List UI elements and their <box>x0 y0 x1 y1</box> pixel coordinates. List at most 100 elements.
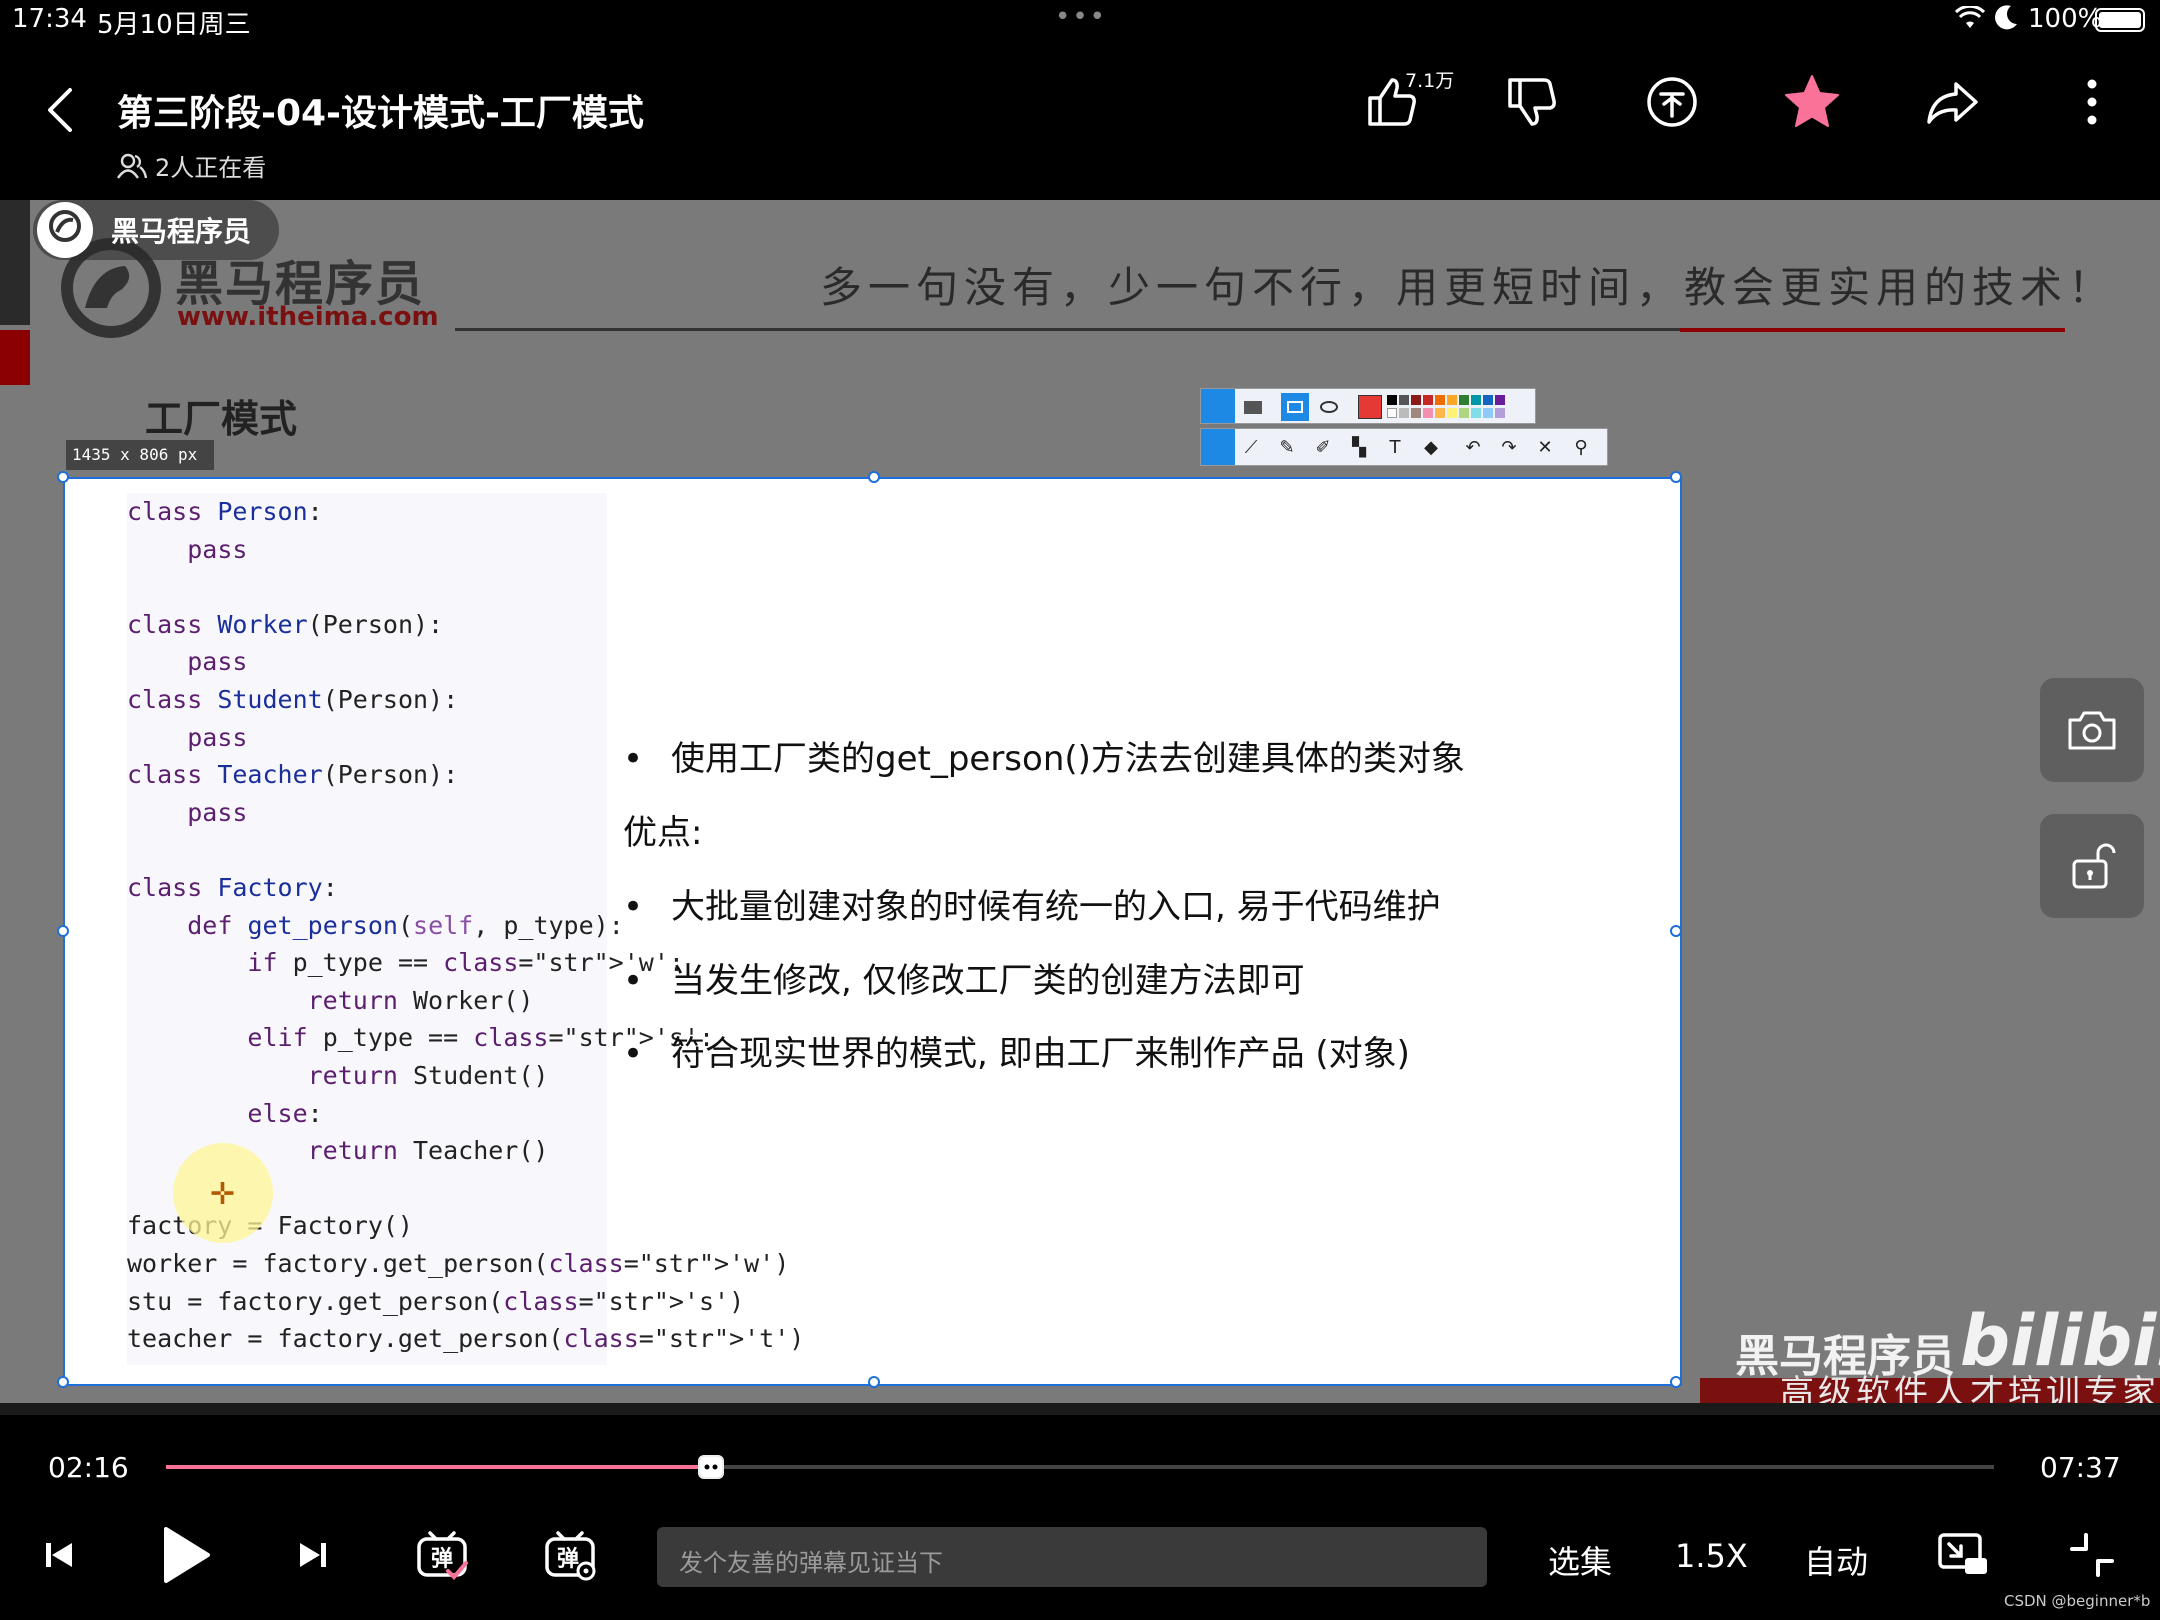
code-line: worker = factory.get_person(class="str">… <box>127 1249 790 1278</box>
chevron-left-icon[interactable] <box>40 82 80 138</box>
danmaku-settings-icon[interactable]: 弹 <box>538 1523 602 1587</box>
code-line: class Teacher(Person): <box>127 760 459 790</box>
share-icon[interactable] <box>1920 70 1984 134</box>
speed-button[interactable]: 1.5X <box>1675 1537 1748 1575</box>
code-line: pass <box>187 722 248 752</box>
bullet-text: 使用工厂类的get_person()方法去创建具体的类对象 <box>671 739 1465 779</box>
code-line: return Worker() <box>307 985 534 1015</box>
progress-bar[interactable] <box>166 1455 1994 1479</box>
battery-icon <box>2095 8 2145 32</box>
csdn-watermark: CSDN @beginner*b <box>2004 1592 2151 1610</box>
coin-icon[interactable] <box>1640 70 1704 134</box>
camera-icon[interactable] <box>2040 678 2144 782</box>
current-color-icon[interactable] <box>1356 393 1384 421</box>
dimension-label: 1435 x 806 px <box>66 440 214 470</box>
eraser-icon[interactable]: ◆ <box>1417 433 1445 461</box>
episodes-button[interactable]: 选集 <box>1548 1537 1612 1583</box>
code-line: class Student(Person): <box>127 685 459 714</box>
logo-url: www.itheima.com <box>177 302 439 332</box>
undo-icon[interactable]: ↶ <box>1459 433 1487 461</box>
text-icon[interactable]: T <box>1381 433 1409 461</box>
code-line: return Student() <box>307 1061 549 1090</box>
avatar <box>37 202 93 258</box>
controls-divider <box>0 1403 2160 1415</box>
slide-edge-dark <box>0 200 30 325</box>
star-icon[interactable] <box>1780 70 1844 134</box>
slogan-underline-accent <box>1680 328 2065 332</box>
resize-handle[interactable] <box>1670 471 1682 483</box>
code-line: def get_person(self, p_type): <box>187 910 624 940</box>
snip-toolbar-mode[interactable] <box>1201 429 1235 465</box>
resize-handle[interactable] <box>57 925 69 937</box>
play-icon[interactable] <box>152 1523 216 1587</box>
people-icon <box>117 153 147 179</box>
bullet-text: 当发生修改, 仅修改工厂类的创建方法即可 <box>671 961 1305 1001</box>
marker-icon[interactable]: ✐ <box>1309 433 1337 461</box>
bullet-item: • 当发生修改, 仅修改工厂类的创建方法即可 <box>623 961 1305 1001</box>
thumb-down-icon[interactable] <box>1500 70 1564 134</box>
pin-icon[interactable]: ⚲ <box>1567 433 1595 461</box>
more-icon[interactable] <box>2060 70 2124 134</box>
crosshair-icon: ✛ <box>210 1177 236 1212</box>
skip-next-icon[interactable] <box>282 1523 346 1587</box>
code-line: else: <box>247 1098 323 1128</box>
moon-icon <box>1993 4 2019 39</box>
resize-handle[interactable] <box>1670 925 1682 937</box>
bullet-text: 符合现实世界的模式, 即由工厂来制作产品 (对象) <box>671 1034 1410 1074</box>
code-line: class Person: <box>127 497 323 526</box>
danmaku-on-icon[interactable]: 弹 <box>410 1523 474 1587</box>
snip-toolbar-tools: ⟋ ✎ ✐ ▚ T ◆ ↶ ↷ ✕ ⚲ <box>1200 428 1608 466</box>
resize-handle[interactable] <box>868 1376 880 1388</box>
resize-handle[interactable] <box>57 1376 69 1388</box>
battery-percent: 100% <box>2028 4 2103 34</box>
channel-badge[interactable]: 黑马程序员 <box>33 200 279 260</box>
advantages-title: 优点: <box>623 813 703 853</box>
watermark-subtitle: 高级软件人才培训专家 <box>1780 1373 2160 1403</box>
pip-icon[interactable] <box>1932 1523 1996 1587</box>
exit-fullscreen-icon[interactable] <box>2060 1523 2124 1587</box>
rect-icon[interactable] <box>1281 393 1309 421</box>
quality-button[interactable]: 自动 <box>1804 1537 1868 1583</box>
status-date: 5月10日周三 <box>97 10 251 40</box>
duration-time: 07:37 <box>2040 1451 2121 1484</box>
multitask-dots-icon[interactable]: ••• <box>1055 2 1107 32</box>
ellipse-icon[interactable] <box>1315 393 1343 421</box>
skip-previous-icon[interactable] <box>26 1523 90 1587</box>
bullet-text: 大批量创建对象的时候有统一的入口, 易于代码维护 <box>671 887 1441 927</box>
polyline-icon[interactable]: ⟋ <box>1237 433 1265 461</box>
progress-thumb[interactable] <box>697 1455 724 1479</box>
resize-handle[interactable] <box>1670 1376 1682 1388</box>
filled-rect-icon[interactable] <box>1239 393 1267 421</box>
slide-title: 工厂模式 <box>145 397 298 441</box>
code-line: pass <box>187 534 248 564</box>
code-line: if p_type == class="str">'w': <box>247 948 684 978</box>
slide-slogan: 多一句没有，少一句不行，用更短时间，教会更实用的技术！ <box>820 263 2117 312</box>
snip-toolbar-handle[interactable] <box>1201 389 1235 423</box>
close-icon[interactable]: ✕ <box>1531 433 1559 461</box>
snip-toolbar-shapes <box>1200 388 1536 424</box>
slide-edge-red <box>0 330 30 385</box>
player-controls: 02:16 07:37 弹 弹 发个友善的弹幕见证当下 选集 1.5X 自动 <box>0 1403 2160 1620</box>
pencil-icon[interactable]: ✎ <box>1273 433 1301 461</box>
current-time: 02:16 <box>48 1451 129 1484</box>
code-line: pass <box>187 647 248 677</box>
code-line: stu = factory.get_person(class="str">'s'… <box>127 1286 745 1316</box>
bullet-item: • 使用工厂类的get_person()方法去创建具体的类对象 <box>623 739 1465 779</box>
video-frame[interactable]: 黑马程序员 www.itheima.com 黑马程序员 多一句没有，少一句不行，… <box>0 200 2160 1403</box>
code-line: class Factory: <box>127 873 338 902</box>
resize-handle[interactable] <box>868 471 880 483</box>
channel-name: 黑马程序员 <box>111 215 252 248</box>
video-header: 第三阶段-04-设计模式-工厂模式 2人正在看 7.1万 <box>0 40 2160 200</box>
capture-selection[interactable]: class Person: pass class Worker(Person): … <box>57 471 1682 1388</box>
mosaic-icon[interactable]: ▚ <box>1345 433 1373 461</box>
like-count: 7.1万 <box>1405 70 1455 92</box>
resize-handle[interactable] <box>57 471 69 483</box>
bullet-item: • 符合现实世界的模式, 即由工厂来制作产品 (对象) <box>623 1034 1410 1074</box>
wifi-icon <box>1954 4 1986 37</box>
redo-icon[interactable]: ↷ <box>1495 433 1523 461</box>
code-line: pass <box>187 797 248 827</box>
color-palette[interactable] <box>1387 392 1535 422</box>
danmaku-input[interactable]: 发个友善的弹幕见证当下 <box>657 1527 1487 1587</box>
unlock-icon[interactable] <box>2040 814 2144 918</box>
snip-toolbar: ⟋ ✎ ✐ ▚ T ◆ ↶ ↷ ✕ ⚲ <box>1200 388 1608 468</box>
